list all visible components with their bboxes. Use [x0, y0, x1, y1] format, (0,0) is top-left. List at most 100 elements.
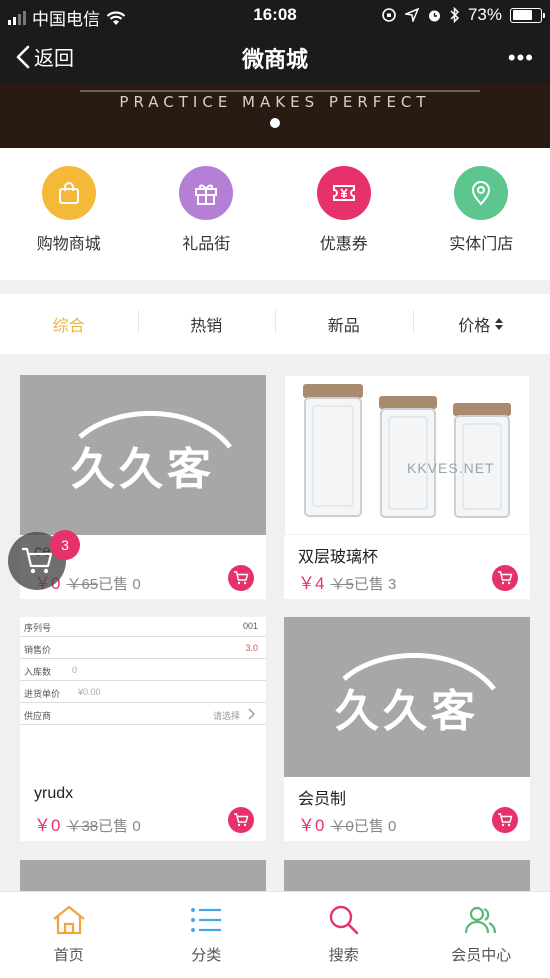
form-row: 销售价 3.0 — [20, 637, 266, 659]
bluetooth-icon — [450, 7, 460, 23]
chevron-left-icon — [16, 45, 30, 68]
sort-tab-price[interactable]: 价格 — [412, 310, 550, 336]
status-right: 73% — [381, 5, 545, 25]
sort-tab-label: 价格 — [458, 318, 491, 335]
tab-label: 首页 — [53, 947, 84, 964]
product-image: 久久客 — [20, 375, 266, 535]
form-row-label: 进货单价 — [24, 689, 61, 699]
form-row: 入库数 0 — [20, 659, 266, 681]
form-row-value: 请选择 — [212, 711, 240, 721]
status-bar: 中国电信 16:08 73% — [0, 0, 550, 30]
product-price: ￥0 — [298, 816, 325, 835]
carousel-dot[interactable] — [270, 118, 280, 128]
product-card[interactable]: 序列号 001 销售价 3.0 入库数 0 进货单价 ¥0.00 供应商 请选择 yrud… — [20, 617, 266, 841]
cart-count-badge: 3 — [50, 530, 80, 560]
product-old-price: ￥65 — [66, 576, 99, 593]
orientation-lock-icon — [382, 8, 396, 22]
chevron-right-icon — [248, 708, 255, 720]
product-sold: 已售 0 — [353, 818, 397, 835]
product-price: ￥0 — [34, 816, 61, 835]
form-row-value: ¥0.00 — [78, 687, 101, 697]
product-sold: 已售 0 — [98, 818, 141, 835]
product-card[interactable]: 久久客 会员制 ￥0 ￥0已售 0 — [284, 617, 530, 841]
sort-arrows-icon — [495, 318, 504, 330]
add-to-cart-button[interactable] — [492, 565, 518, 591]
banner-decoration — [80, 84, 480, 92]
product-name: yrudx — [34, 785, 74, 802]
product-price: ￥4 — [298, 574, 325, 593]
quick-entry-label: 实体门店 — [449, 236, 514, 253]
location-pin-icon — [454, 166, 509, 220]
product-sold: 已售 3 — [353, 576, 397, 593]
product-price-line: ￥0 ￥38已售 0 — [34, 811, 141, 836]
banner-carousel[interactable]: PRACTICE MAKES PERFECT — [0, 84, 550, 148]
sort-tab-label: 新品 — [327, 318, 360, 335]
back-button[interactable]: 返回 — [16, 42, 74, 71]
coupon-icon — [316, 166, 371, 220]
quick-entry-label: 优惠券 — [319, 236, 368, 253]
form-row-value: 3.0 — [245, 643, 258, 653]
add-to-cart-button[interactable] — [228, 565, 254, 591]
quick-entry-stores[interactable]: 实体门店 — [413, 148, 550, 280]
product-image: KKVES.NET — [284, 375, 530, 535]
quick-entry-label: 礼品街 — [182, 236, 231, 253]
product-price-line: ￥0 ￥0已售 0 — [298, 811, 396, 836]
more-button[interactable]: ••• — [508, 45, 534, 71]
quick-entry-grid: 购物商城 礼品街 优惠券 实体门店 — [0, 148, 550, 280]
product-logo-text: 久久客 — [71, 445, 215, 494]
sort-tab-overall[interactable]: 综合 — [0, 312, 138, 336]
cart-icon — [234, 813, 249, 827]
quick-entry-shop[interactable]: 购物商城 — [0, 148, 138, 280]
cart-icon — [22, 547, 53, 574]
add-to-cart-button[interactable] — [492, 807, 518, 833]
alarm-icon — [428, 10, 440, 21]
tab-label: 会员中心 — [451, 947, 512, 964]
floating-cart-button[interactable]: 3 — [8, 530, 80, 590]
product-logo-text: 久久客 — [335, 687, 479, 736]
product-image: 久久客 — [284, 617, 530, 777]
product-price-line: ￥4 ￥5已售 3 — [298, 569, 396, 594]
glass-cups-photo — [303, 384, 511, 518]
battery-icon — [510, 7, 545, 23]
product-name: 双层玻璃杯 — [298, 549, 379, 566]
location-arrow-icon — [404, 8, 419, 22]
banner-slogan: PRACTICE MAKES PERFECT — [119, 93, 431, 111]
members-icon — [465, 906, 497, 934]
tab-member-center[interactable]: 会员中心 — [413, 892, 550, 978]
form-row: 序列号 001 — [20, 617, 266, 637]
search-icon — [329, 905, 359, 935]
tab-search[interactable]: 搜索 — [275, 892, 413, 978]
battery-percent: 73% — [467, 5, 502, 24]
gift-icon — [179, 166, 234, 220]
quick-entry-label: 购物商城 — [36, 236, 101, 253]
add-to-cart-button[interactable] — [228, 807, 254, 833]
sort-tab-hot[interactable]: 热销 — [137, 310, 276, 336]
tab-categories[interactable]: 分类 — [138, 892, 276, 978]
sort-tab-label: 热销 — [190, 318, 223, 335]
home-icon — [53, 905, 85, 935]
quick-entry-coupons[interactable]: 优惠券 — [275, 148, 413, 280]
cart-icon — [498, 571, 513, 585]
bottom-tab-bar: 首页 分类 搜索 会员中心 — [0, 891, 550, 978]
form-row-label: 销售价 — [24, 645, 52, 655]
sort-tab-new[interactable]: 新品 — [275, 310, 413, 336]
nav-bar: 返回 微商城 ••• — [0, 30, 550, 84]
back-label: 返回 — [34, 48, 74, 70]
cart-icon — [234, 571, 249, 585]
form-row: 进货单价 ¥0.00 — [20, 681, 266, 703]
form-row-value: 001 — [242, 621, 258, 631]
tab-home[interactable]: 首页 — [0, 892, 138, 978]
page-title: 微商城 — [241, 47, 308, 72]
quick-entry-gifts[interactable]: 礼品街 — [138, 148, 276, 280]
form-row-label: 入库数 — [24, 667, 52, 677]
product-name: 会员制 — [298, 791, 347, 808]
shopping-bag-icon — [41, 166, 96, 220]
sort-tabs: 综合 热销 新品 价格 — [0, 294, 550, 354]
product-card[interactable]: KKVES.NET 双层玻璃杯 ￥4 ￥5已售 3 — [284, 375, 530, 599]
tab-label: 分类 — [191, 947, 222, 964]
form-row-label: 序列号 — [24, 623, 52, 633]
product-old-price: ￥38 — [66, 818, 99, 835]
product-sold: 已售 0 — [98, 576, 141, 593]
list-icon — [191, 908, 222, 932]
tab-label: 搜索 — [328, 947, 359, 964]
